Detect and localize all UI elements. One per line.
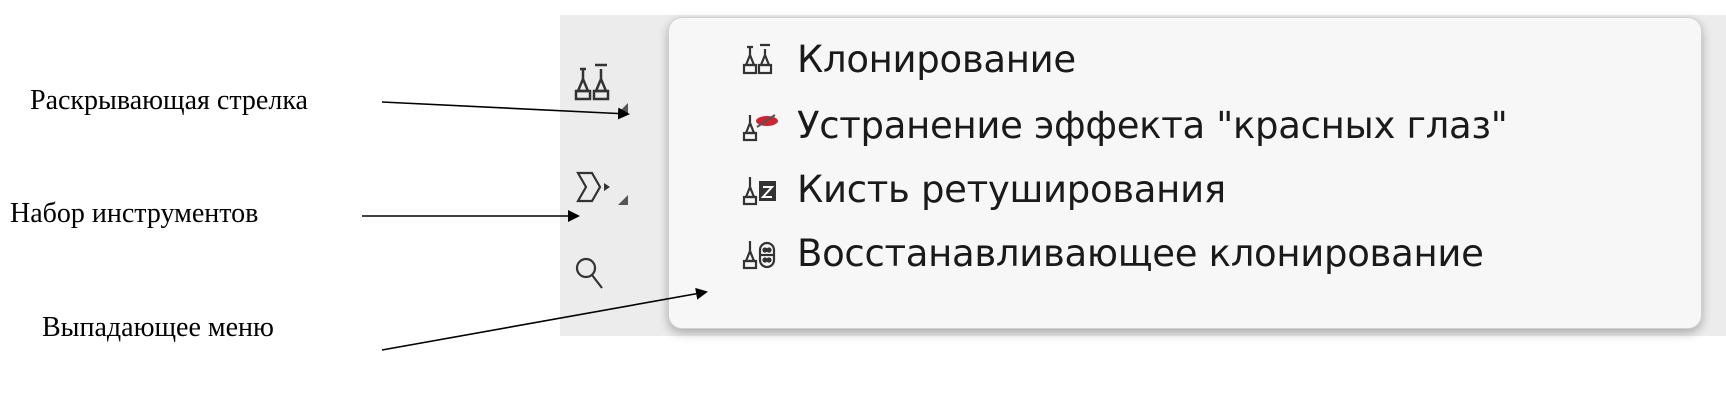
menu-item-red-eye[interactable]: Устранение эффекта "красных глаз" <box>741 94 1508 156</box>
tool-panel <box>560 15 672 336</box>
menu-item-label: Устранение эффекта "красных глаз" <box>797 103 1508 147</box>
red-eye-icon <box>742 114 778 142</box>
retouch-brush-icon <box>742 177 776 206</box>
menu-item-label: Восстанавливающее клонирование <box>797 231 1484 275</box>
clone-stamp-icon <box>742 43 773 75</box>
dropdown-menu: Клонирование Устранение эффекта "красных… <box>668 17 1702 329</box>
expand-arrow-icon[interactable] <box>616 101 630 115</box>
menu-item-healing-clone[interactable]: Восстанавливающее клонирование <box>741 222 1484 284</box>
menu-item-retouch-brush[interactable]: Кисть ретуширования <box>741 158 1226 220</box>
menu-item-label: Клонирование <box>797 37 1076 81</box>
magnifier-tool-button[interactable] <box>570 250 630 310</box>
magnifier-icon <box>575 257 603 289</box>
healing-clone-icon <box>742 241 776 270</box>
annotation-tool-set: Набор инструментов <box>10 198 259 229</box>
expand-arrow-icon[interactable] <box>616 193 630 207</box>
menu-item-label: Кисть ретуширования <box>797 167 1226 211</box>
clone-tool-button[interactable] <box>570 55 630 115</box>
lasso-tool-button[interactable] <box>570 165 630 225</box>
menu-item-clone[interactable]: Клонирование <box>741 28 1076 90</box>
annotation-dropdown-menu: Выпадающее меню <box>42 312 274 343</box>
annotation-expand-arrow: Раскрывающая стрелка <box>30 85 308 116</box>
